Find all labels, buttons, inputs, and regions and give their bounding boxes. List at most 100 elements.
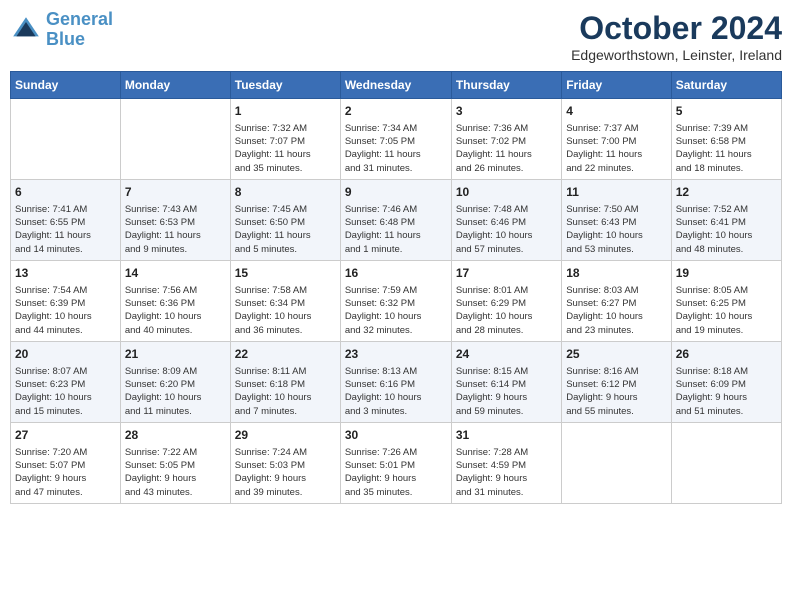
calendar-cell: 28Sunrise: 7:22 AM Sunset: 5:05 PM Dayli… (120, 422, 230, 503)
day-info: Sunrise: 8:01 AM Sunset: 6:29 PM Dayligh… (456, 284, 557, 337)
day-info: Sunrise: 7:24 AM Sunset: 5:03 PM Dayligh… (235, 446, 336, 499)
day-info: Sunrise: 7:59 AM Sunset: 6:32 PM Dayligh… (345, 284, 447, 337)
day-info: Sunrise: 7:43 AM Sunset: 6:53 PM Dayligh… (125, 203, 226, 256)
weekday-friday: Friday (562, 72, 671, 99)
calendar-cell: 18 Sunrise: 8:03 AM Sunset: 6:27 PM Dayli… (562, 260, 671, 341)
weekday-monday: Monday (120, 72, 230, 99)
day-number: 23 (345, 346, 447, 363)
logo-icon (10, 14, 42, 46)
weekday-tuesday: Tuesday (230, 72, 340, 99)
day-info: Sunrise: 8:07 AM Sunset: 6:23 PM Dayligh… (15, 365, 116, 418)
calendar-cell: 12 Sunrise: 7:52 AM Sunset: 6:41 PM Dayli… (671, 179, 781, 260)
day-info: Sunrise: 7:46 AM Sunset: 6:48 PM Dayligh… (345, 203, 447, 256)
day-info: Sunrise: 8:09 AM Sunset: 6:20 PM Dayligh… (125, 365, 226, 418)
day-number: 3 (456, 103, 557, 120)
week-row-5: 27Sunrise: 7:20 AM Sunset: 5:07 PM Dayli… (11, 422, 782, 503)
day-number: 12 (676, 184, 777, 201)
day-number: 8 (235, 184, 336, 201)
calendar-cell: 19 Sunrise: 8:05 AM Sunset: 6:25 PM Dayli… (671, 260, 781, 341)
day-number: 2 (345, 103, 447, 120)
weekday-thursday: Thursday (451, 72, 561, 99)
calendar-cell: 9 Sunrise: 7:46 AM Sunset: 6:48 PM Daylig… (340, 179, 451, 260)
calendar-cell: 14 Sunrise: 7:56 AM Sunset: 6:36 PM Dayli… (120, 260, 230, 341)
day-info: Sunrise: 7:41 AM Sunset: 6:55 PM Dayligh… (15, 203, 116, 256)
calendar-cell: 16Sunrise: 7:59 AM Sunset: 6:32 PM Dayli… (340, 260, 451, 341)
day-number: 31 (456, 427, 557, 444)
calendar-cell: 17Sunrise: 8:01 AM Sunset: 6:29 PM Dayli… (451, 260, 561, 341)
month-title: October 2024 (571, 10, 782, 47)
calendar-cell: 13Sunrise: 7:54 AM Sunset: 6:39 PM Dayli… (11, 260, 121, 341)
day-number: 7 (125, 184, 226, 201)
day-info: Sunrise: 7:56 AM Sunset: 6:36 PM Dayligh… (125, 284, 226, 337)
day-info: Sunrise: 7:50 AM Sunset: 6:43 PM Dayligh… (566, 203, 666, 256)
day-number: 30 (345, 427, 447, 444)
day-number: 27 (15, 427, 116, 444)
day-number: 14 (125, 265, 226, 282)
calendar-cell: 26 Sunrise: 8:18 AM Sunset: 6:09 PM Dayli… (671, 341, 781, 422)
calendar-cell: 15Sunrise: 7:58 AM Sunset: 6:34 PM Dayli… (230, 260, 340, 341)
day-info: Sunrise: 8:16 AM Sunset: 6:12 PM Dayligh… (566, 365, 666, 418)
day-number: 15 (235, 265, 336, 282)
day-info: Sunrise: 8:05 AM Sunset: 6:25 PM Dayligh… (676, 284, 777, 337)
day-info: Sunrise: 7:32 AM Sunset: 7:07 PM Dayligh… (235, 122, 336, 175)
calendar-cell (120, 99, 230, 180)
day-number: 11 (566, 184, 666, 201)
calendar-cell: 23Sunrise: 8:13 AM Sunset: 6:16 PM Dayli… (340, 341, 451, 422)
week-row-2: 6 Sunrise: 7:41 AM Sunset: 6:55 PM Daylig… (11, 179, 782, 260)
calendar-cell: 29 Sunrise: 7:24 AM Sunset: 5:03 PM Dayli… (230, 422, 340, 503)
day-number: 4 (566, 103, 666, 120)
weekday-header-row: SundayMondayTuesdayWednesdayThursdayFrid… (11, 72, 782, 99)
title-block: October 2024 Edgeworthstown, Leinster, I… (571, 10, 782, 63)
day-number: 22 (235, 346, 336, 363)
calendar-cell (562, 422, 671, 503)
calendar-cell: 10Sunrise: 7:48 AM Sunset: 6:46 PM Dayli… (451, 179, 561, 260)
weekday-saturday: Saturday (671, 72, 781, 99)
day-info: Sunrise: 7:26 AM Sunset: 5:01 PM Dayligh… (345, 446, 447, 499)
logo-text: General Blue (46, 10, 113, 50)
calendar-cell: 1Sunrise: 7:32 AM Sunset: 7:07 PM Daylig… (230, 99, 340, 180)
day-number: 29 (235, 427, 336, 444)
weekday-sunday: Sunday (11, 72, 121, 99)
day-info: Sunrise: 7:52 AM Sunset: 6:41 PM Dayligh… (676, 203, 777, 256)
calendar-cell (671, 422, 781, 503)
calendar-cell: 3 Sunrise: 7:36 AM Sunset: 7:02 PM Daylig… (451, 99, 561, 180)
calendar-cell: 8 Sunrise: 7:45 AM Sunset: 6:50 PM Daylig… (230, 179, 340, 260)
day-info: Sunrise: 7:45 AM Sunset: 6:50 PM Dayligh… (235, 203, 336, 256)
day-number: 6 (15, 184, 116, 201)
day-number: 19 (676, 265, 777, 282)
calendar-cell: 6 Sunrise: 7:41 AM Sunset: 6:55 PM Daylig… (11, 179, 121, 260)
calendar-cell: 22Sunrise: 8:11 AM Sunset: 6:18 PM Dayli… (230, 341, 340, 422)
day-info: Sunrise: 8:03 AM Sunset: 6:27 PM Dayligh… (566, 284, 666, 337)
day-info: Sunrise: 8:18 AM Sunset: 6:09 PM Dayligh… (676, 365, 777, 418)
week-row-3: 13Sunrise: 7:54 AM Sunset: 6:39 PM Dayli… (11, 260, 782, 341)
calendar-cell: 30 Sunrise: 7:26 AM Sunset: 5:01 PM Dayli… (340, 422, 451, 503)
day-number: 20 (15, 346, 116, 363)
day-number: 26 (676, 346, 777, 363)
day-number: 18 (566, 265, 666, 282)
calendar-cell: 7 Sunrise: 7:43 AM Sunset: 6:53 PM Daylig… (120, 179, 230, 260)
calendar-cell: 27Sunrise: 7:20 AM Sunset: 5:07 PM Dayli… (11, 422, 121, 503)
day-info: Sunrise: 7:37 AM Sunset: 7:00 PM Dayligh… (566, 122, 666, 175)
calendar-cell: 2 Sunrise: 7:34 AM Sunset: 7:05 PM Daylig… (340, 99, 451, 180)
week-row-4: 20 Sunrise: 8:07 AM Sunset: 6:23 PM Dayli… (11, 341, 782, 422)
day-info: Sunrise: 7:36 AM Sunset: 7:02 PM Dayligh… (456, 122, 557, 175)
calendar-cell: 25 Sunrise: 8:16 AM Sunset: 6:12 PM Dayli… (562, 341, 671, 422)
day-info: Sunrise: 8:15 AM Sunset: 6:14 PM Dayligh… (456, 365, 557, 418)
day-number: 5 (676, 103, 777, 120)
week-row-1: 1Sunrise: 7:32 AM Sunset: 7:07 PM Daylig… (11, 99, 782, 180)
weekday-wednesday: Wednesday (340, 72, 451, 99)
day-info: Sunrise: 7:22 AM Sunset: 5:05 PM Dayligh… (125, 446, 226, 499)
day-info: Sunrise: 7:48 AM Sunset: 6:46 PM Dayligh… (456, 203, 557, 256)
calendar-cell: 24Sunrise: 8:15 AM Sunset: 6:14 PM Dayli… (451, 341, 561, 422)
calendar-cell: 20 Sunrise: 8:07 AM Sunset: 6:23 PM Dayli… (11, 341, 121, 422)
page-header: General Blue October 2024 Edgeworthstown… (10, 10, 782, 63)
day-info: Sunrise: 7:34 AM Sunset: 7:05 PM Dayligh… (345, 122, 447, 175)
day-number: 25 (566, 346, 666, 363)
day-number: 9 (345, 184, 447, 201)
calendar-cell: 11 Sunrise: 7:50 AM Sunset: 6:43 PM Dayli… (562, 179, 671, 260)
calendar-cell (11, 99, 121, 180)
day-info: Sunrise: 7:28 AM Sunset: 4:59 PM Dayligh… (456, 446, 557, 499)
day-info: Sunrise: 7:54 AM Sunset: 6:39 PM Dayligh… (15, 284, 116, 337)
location: Edgeworthstown, Leinster, Ireland (571, 47, 782, 63)
day-info: Sunrise: 7:39 AM Sunset: 6:58 PM Dayligh… (676, 122, 777, 175)
